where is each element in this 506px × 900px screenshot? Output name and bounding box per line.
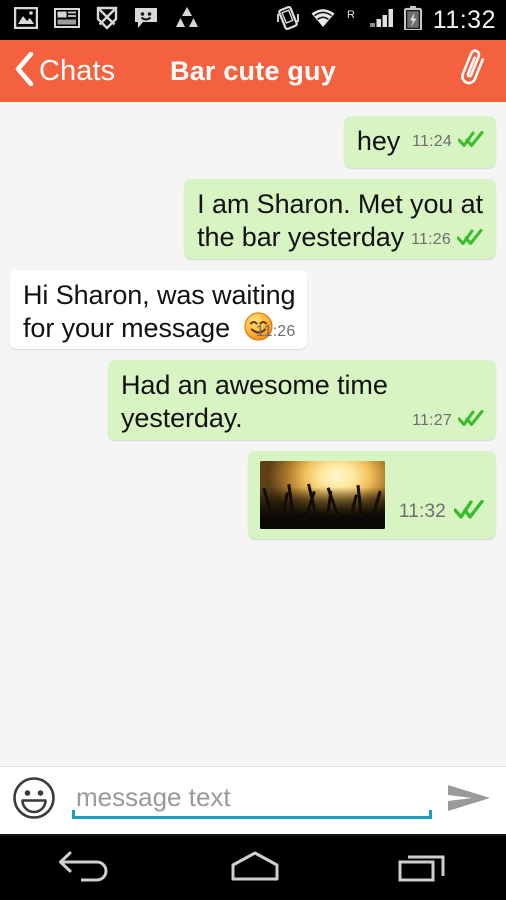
message-meta: 11:32 <box>399 499 484 525</box>
paperclip-icon[interactable] <box>456 47 490 96</box>
message-time: 11:27 <box>412 411 452 429</box>
gallery-icon <box>13 6 39 34</box>
double-check-icon <box>457 409 484 432</box>
message-bubble-outgoing[interactable]: Had an awesome time yesterday. 11:27 <box>108 360 496 440</box>
nav-home-button[interactable] <box>201 843 309 894</box>
status-bar-left-icons <box>13 6 216 35</box>
message-bubble-image[interactable]: 11:32 <box>247 451 496 539</box>
message-text-line-2: for your message <box>23 312 295 349</box>
app-header: Chats Bar cute guy <box>0 40 506 102</box>
message-photo[interactable] <box>259 461 385 529</box>
svg-text:R: R <box>347 9 355 21</box>
signal-icon <box>368 7 394 34</box>
message-input-bar <box>0 766 506 834</box>
app-logo-icon <box>174 6 200 34</box>
phone-screen: R 11:32 Chats Bar cute guy hey 11:24 I a… <box>0 0 506 900</box>
message-row: I am Sharon. Met you at the bar yesterda… <box>10 179 496 259</box>
message-meta: 11:24 <box>412 130 484 153</box>
screenshot-icon <box>54 7 80 34</box>
double-check-icon <box>456 228 483 251</box>
message-text-line-2-words: for your message <box>23 313 230 343</box>
message-row: Hi Sharon, was waiting for your message <box>10 270 496 349</box>
sync-error-icon <box>96 6 118 35</box>
message-row: 11:32 <box>10 451 496 539</box>
smiley-face-icon[interactable] <box>12 776 56 825</box>
status-bar-right-icons: R 11:32 <box>267 5 496 35</box>
message-input-wrapper <box>72 779 432 823</box>
vibrate-icon <box>276 5 299 35</box>
message-time: 11:26 <box>255 323 296 340</box>
roaming-label: R <box>347 7 358 34</box>
send-arrow-icon[interactable] <box>446 781 492 820</box>
input-underline <box>72 809 432 819</box>
back-label: Chats <box>39 54 116 87</box>
battery-charging-icon <box>403 5 422 35</box>
photo-raised-arms <box>260 461 385 529</box>
chevron-left-icon <box>14 51 34 91</box>
message-bubble-incoming[interactable]: Hi Sharon, was waiting for your message <box>10 270 308 349</box>
message-row: hey 11:24 <box>10 116 496 168</box>
message-bubble-outgoing[interactable]: hey 11:24 <box>343 116 496 168</box>
message-input[interactable] <box>72 782 432 819</box>
status-bar: R 11:32 <box>0 0 506 40</box>
nav-recents-button[interactable] <box>371 843 475 894</box>
back-to-chats-button[interactable]: Chats <box>14 51 116 91</box>
message-bubble-outgoing[interactable]: I am Sharon. Met you at the bar yesterda… <box>184 179 496 259</box>
android-nav-bar <box>0 834 506 900</box>
message-time: 11:24 <box>412 132 452 150</box>
message-text-line-1: I am Sharon. Met you at <box>197 189 483 219</box>
double-check-icon <box>457 130 484 153</box>
message-text-line-1: Hi Sharon, was waiting <box>23 280 296 310</box>
message-time: 11:26 <box>411 230 451 248</box>
message-time: 11:32 <box>398 501 446 522</box>
message-text-line-1: Had an awesome time <box>121 370 388 400</box>
double-check-icon <box>453 499 484 525</box>
message-list[interactable]: hey 11:24 I am Sharon. Met you at the ba… <box>0 102 506 766</box>
message-row: Had an awesome time yesterday. 11:27 <box>10 360 496 440</box>
status-bar-clock: 11:32 <box>432 5 496 34</box>
nav-back-button[interactable] <box>31 843 139 894</box>
message-text: hey <box>356 126 401 156</box>
wifi-icon <box>309 7 337 34</box>
message-icon <box>134 7 158 34</box>
